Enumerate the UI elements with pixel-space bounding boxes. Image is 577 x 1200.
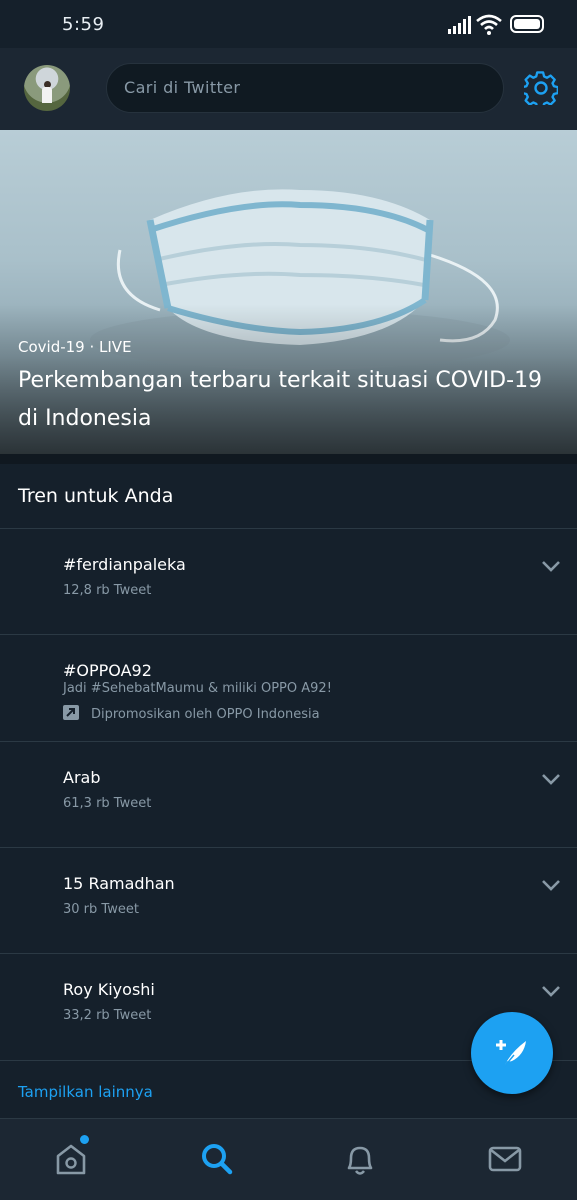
trend-item-promoted[interactable]: #OPPOA92 Jadi #SehebatMaumu & miliki OPP… [0,634,577,741]
promoted-label: Dipromosikan oleh OPPO Indonesia [63,705,320,722]
avatar[interactable] [24,65,70,111]
bottom-navigation [0,1118,577,1200]
avatar-body [42,87,52,103]
status-time: 5:59 [62,14,105,35]
trend-name: #OPPOA92 [63,661,152,680]
nav-messages[interactable] [487,1141,523,1177]
notifications-icon [347,1146,373,1175]
trend-name: #ferdianpaleka [63,555,186,574]
chevron-down-icon[interactable] [540,772,562,786]
compose-tweet-button[interactable] [471,1012,553,1094]
trend-item[interactable]: 15 Ramadhan 30 rb Tweet [0,847,577,954]
trends-section-title: Tren untuk Anda [18,485,174,507]
trend-item[interactable]: #ferdianpaleka 12,8 rb Tweet [0,528,577,635]
home-icon [56,1144,86,1175]
nav-notifications[interactable] [343,1141,379,1177]
wifi-icon [476,14,502,35]
hero-kicker: Covid-19 · LIVE [18,338,132,356]
top-app-bar: Cari di Twitter [0,48,577,130]
promoted-text: Dipromosikan oleh OPPO Indonesia [91,707,320,722]
nav-search[interactable] [199,1141,235,1177]
battery-icon [510,15,544,33]
show-more-label: Tampilkan lainnya [18,1083,153,1101]
trend-count: 61,3 rb Tweet [63,796,152,811]
chevron-down-icon[interactable] [540,984,562,998]
trend-name: Arab [63,768,101,787]
trend-count: 30 rb Tweet [63,902,139,917]
trend-description: Jadi #SehebatMaumu & miliki OPPO A92! [63,681,332,696]
trend-name: Roy Kiyoshi [63,980,155,999]
hero-headline: Perkembangan terbaru terkait situasi COV… [18,368,543,431]
gear-icon[interactable] [524,71,558,105]
nav-home[interactable] [54,1141,90,1177]
home-notification-dot [80,1135,89,1144]
promoted-icon [63,705,79,720]
search-icon [202,1144,233,1175]
trend-count: 12,8 rb Tweet [63,583,152,598]
search-input[interactable]: Cari di Twitter [106,63,504,113]
trend-count: 33,2 rb Tweet [63,1008,152,1023]
trend-name: 15 Ramadhan [63,874,175,893]
status-bar: 5:59 [0,0,577,48]
section-divider [0,454,577,464]
trend-item[interactable]: Arab 61,3 rb Tweet [0,741,577,848]
compose-feather-icon [496,1040,526,1068]
hero-news-card[interactable]: Covid-19 · LIVE Perkembangan terbaru ter… [0,130,577,454]
chevron-down-icon[interactable] [540,559,562,573]
cell-signal-icon [448,16,471,34]
messages-icon [488,1146,522,1172]
search-placeholder: Cari di Twitter [124,78,241,97]
chevron-down-icon[interactable] [540,878,562,892]
